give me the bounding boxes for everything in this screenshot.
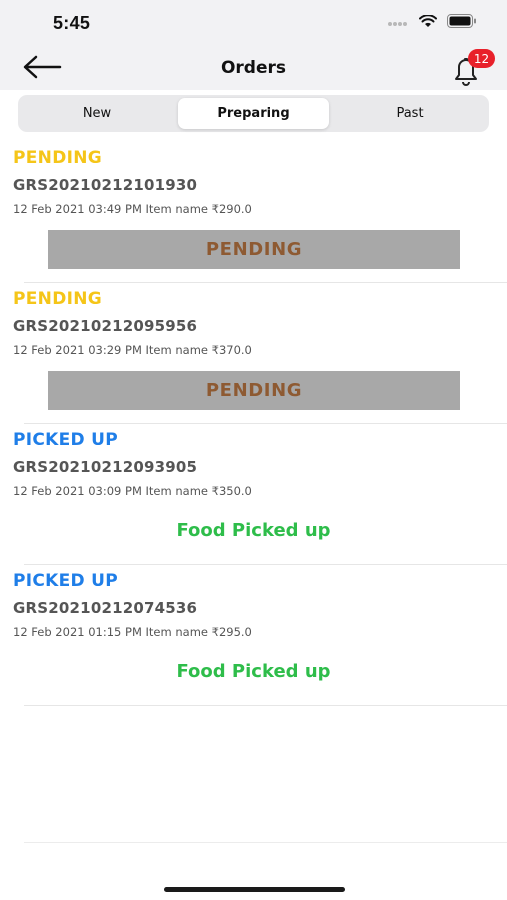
wifi-icon <box>419 14 437 27</box>
battery-icon <box>447 14 476 28</box>
tab-new[interactable]: New <box>21 98 173 129</box>
divider <box>24 842 507 843</box>
status-time: 5:45 <box>53 13 91 33</box>
order-meta: 12 Feb 2021 03:09 PM Item name ₹350.0 <box>13 484 252 498</box>
food-picked-up-text: Food Picked up <box>176 520 331 541</box>
order-id: GRS20210212095956 <box>13 317 198 335</box>
tab-past[interactable]: Past <box>334 98 486 129</box>
order-status-label: PICKED UP <box>13 430 119 450</box>
order-card[interactable]: PICKED UP GRS20210212074536 12 Feb 2021 … <box>0 565 507 706</box>
order-card[interactable]: PICKED UP GRS20210212093905 12 Feb 2021 … <box>0 424 507 565</box>
home-indicator[interactable] <box>164 887 345 892</box>
app-header: Orders <box>0 46 507 90</box>
page-title: Orders <box>220 58 287 78</box>
pending-button[interactable]: PENDING <box>48 371 460 410</box>
order-tabs: New Preparing Past <box>18 95 489 132</box>
order-id: GRS20210212093905 <box>13 458 198 476</box>
order-status-label: PENDING <box>13 289 103 309</box>
divider <box>24 705 507 706</box>
pending-button[interactable]: PENDING <box>48 230 460 269</box>
order-card[interactable]: PENDING GRS20210212095956 12 Feb 2021 03… <box>0 283 507 424</box>
tab-preparing[interactable]: Preparing <box>178 98 329 129</box>
status-icons <box>387 14 477 28</box>
order-meta: 12 Feb 2021 03:29 PM Item name ₹370.0 <box>13 343 252 357</box>
status-bar: 5:45 <box>0 0 507 46</box>
order-meta: 12 Feb 2021 03:49 PM Item name ₹290.0 <box>13 202 252 216</box>
notification-badge: 12 <box>468 49 495 68</box>
food-picked-up-text: Food Picked up <box>176 661 331 682</box>
signal-icon <box>388 22 407 26</box>
order-id: GRS20210212101930 <box>13 176 198 194</box>
order-status-label: PENDING <box>13 148 103 168</box>
order-id: GRS20210212074536 <box>13 599 198 617</box>
order-card[interactable]: PENDING GRS20210212101930 12 Feb 2021 03… <box>0 142 507 283</box>
order-meta: 12 Feb 2021 01:15 PM Item name ₹295.0 <box>13 625 252 639</box>
order-status-label: PICKED UP <box>13 571 119 591</box>
